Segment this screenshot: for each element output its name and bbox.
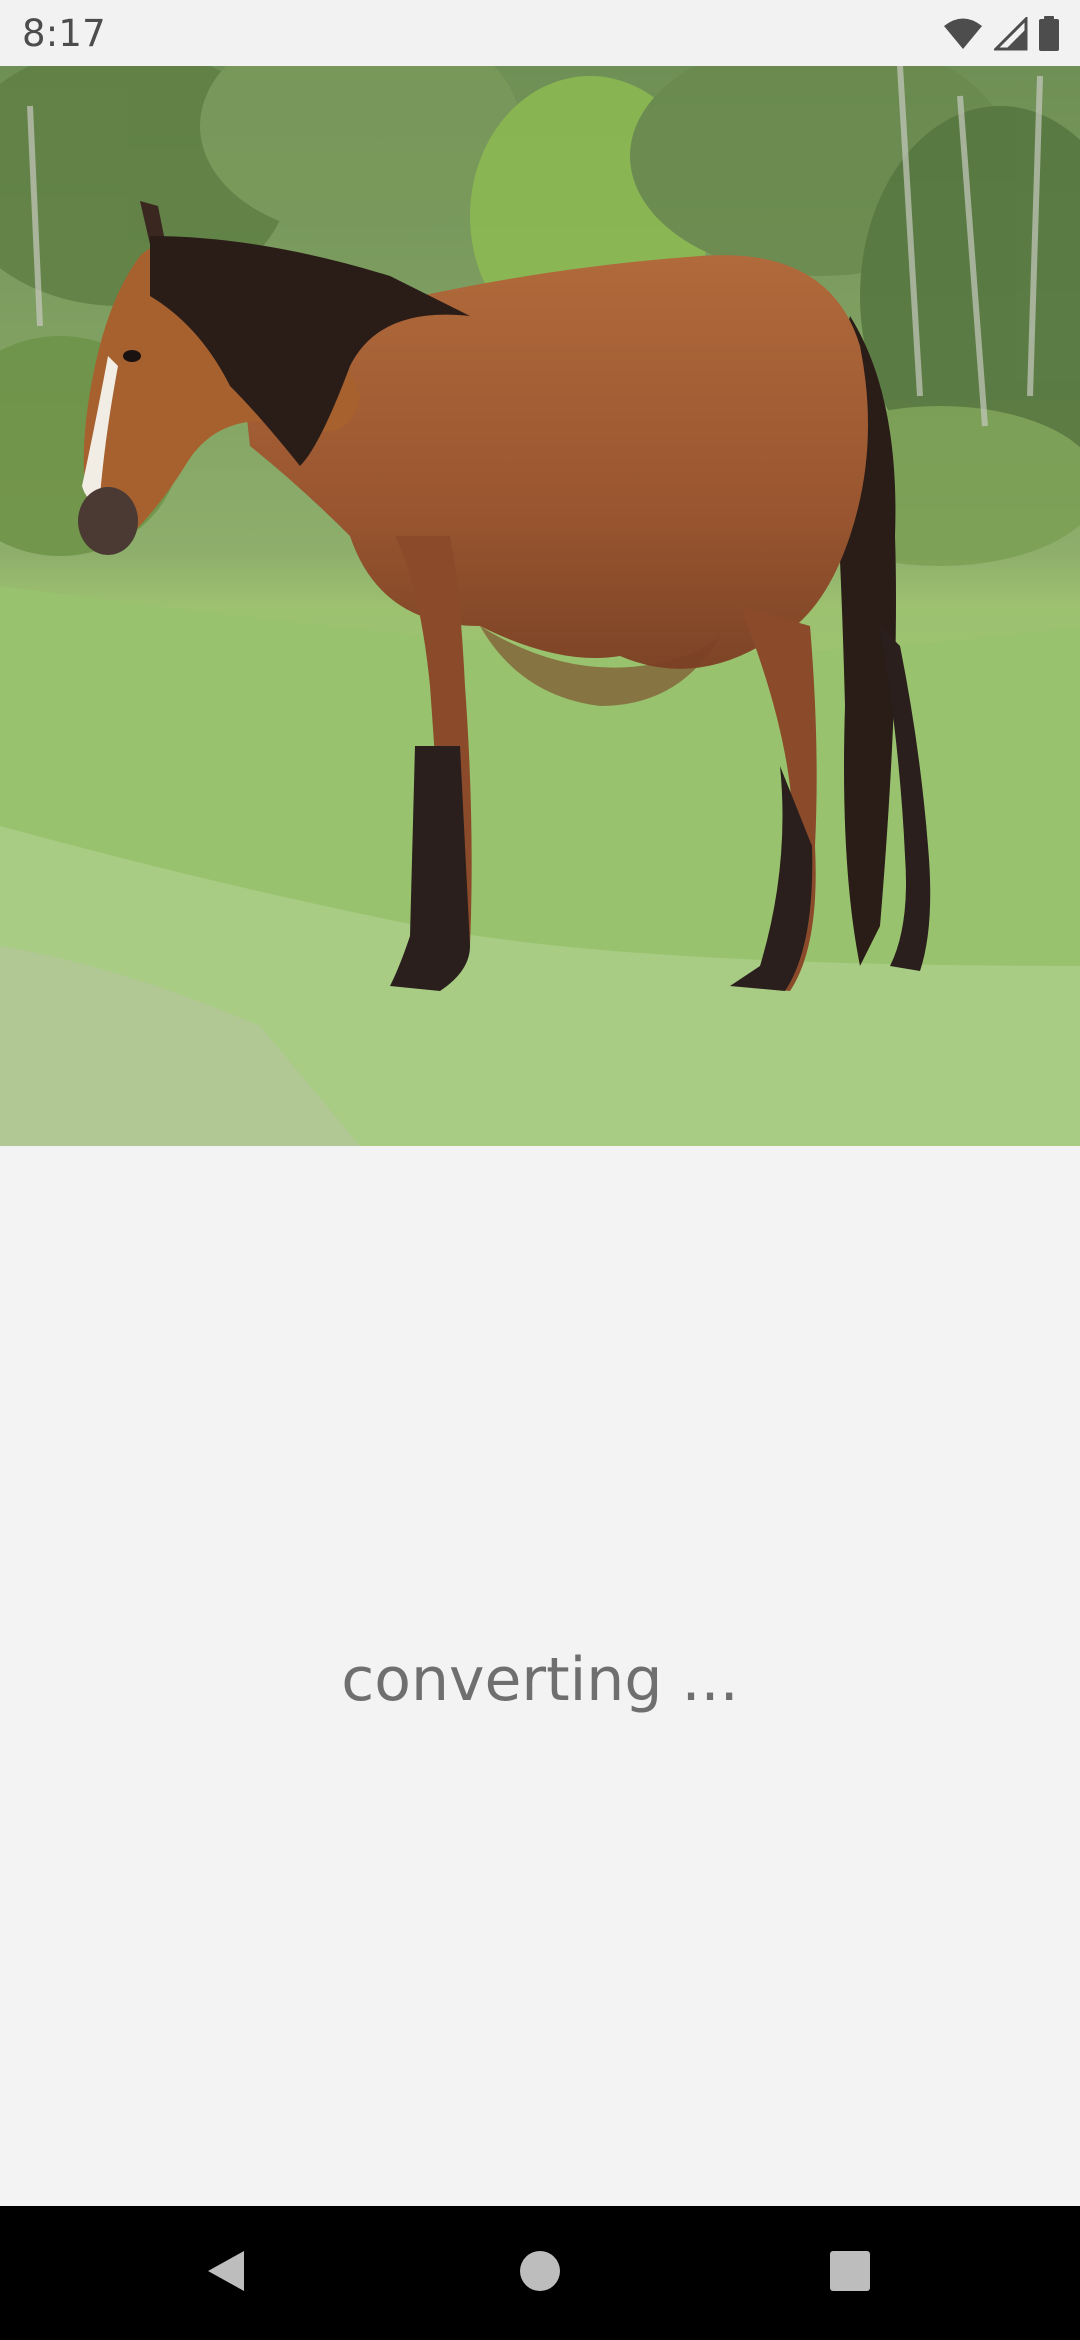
status-time: 8:17 <box>22 12 106 55</box>
battery-icon <box>1038 16 1060 52</box>
screen: 8:17 converting ... <box>0 0 1080 2340</box>
horse-photo-drawing <box>0 66 1080 1146</box>
wifi-icon <box>942 17 984 51</box>
navigation-bar <box>0 2206 1080 2340</box>
status-icons <box>942 14 1060 54</box>
status-bar: 8:17 <box>0 0 1080 66</box>
home-icon <box>518 2249 562 2297</box>
horse-photo <box>0 66 1080 1146</box>
back-icon <box>204 2247 248 2299</box>
back-button[interactable] <box>146 2206 306 2340</box>
converting-status: converting ... <box>341 1645 739 1715</box>
home-button[interactable] <box>460 2206 620 2340</box>
signal-icon <box>994 17 1028 51</box>
recents-button[interactable] <box>770 2206 930 2340</box>
recents-icon <box>829 2250 871 2296</box>
